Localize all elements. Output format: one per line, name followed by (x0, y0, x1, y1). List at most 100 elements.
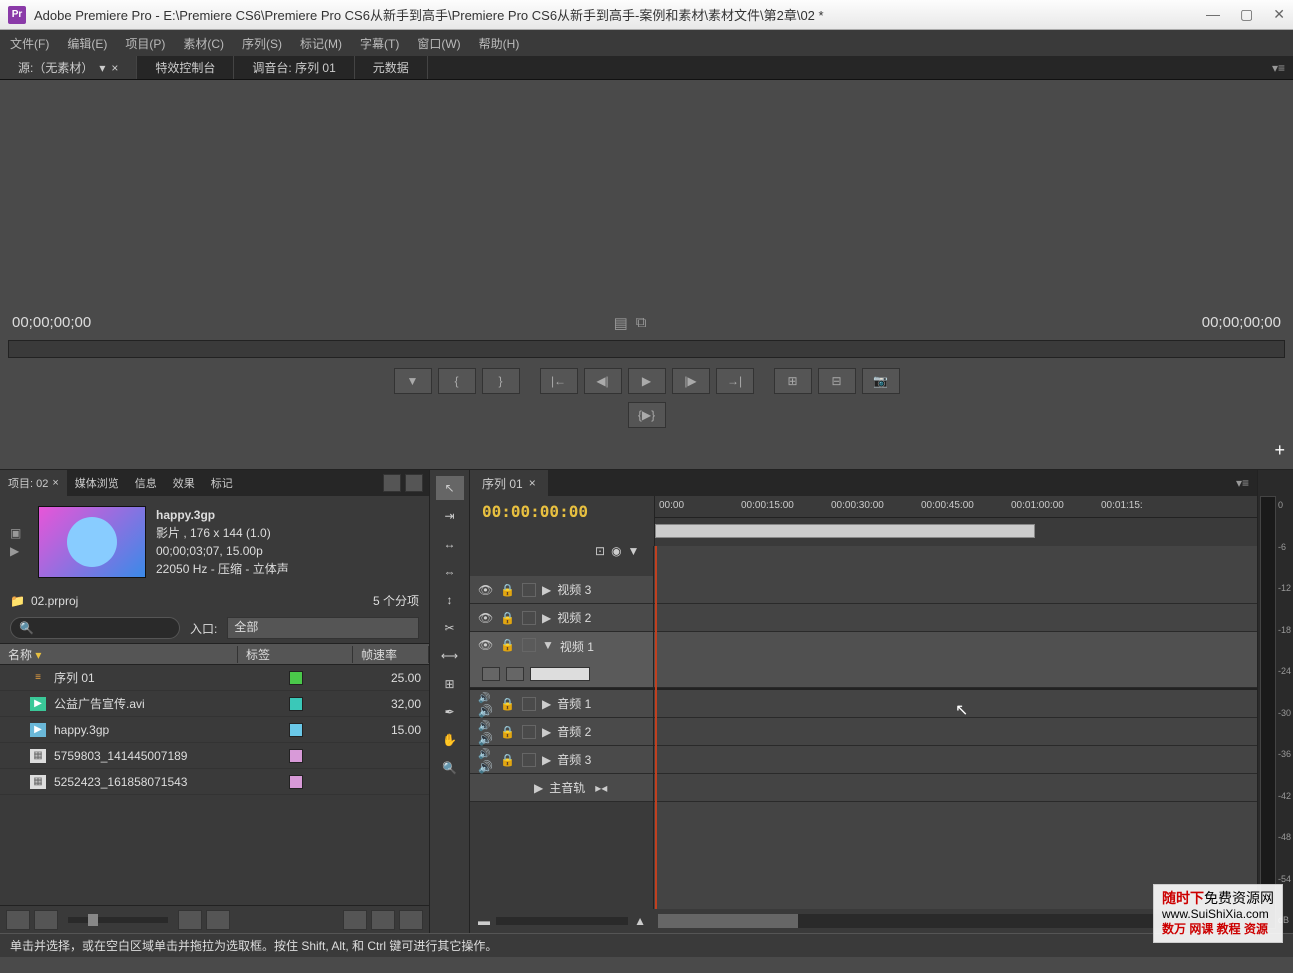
play-button[interactable]: ▶ (628, 368, 666, 394)
menu-window[interactable]: 窗口(W) (417, 35, 460, 52)
tab-effects[interactable]: 效果 (165, 470, 203, 496)
list-item[interactable]: ▦5252423_161858071543 (0, 769, 429, 795)
add-panel-button[interactable]: + (1274, 440, 1285, 461)
out-point-button[interactable]: } (482, 368, 520, 394)
play-clip-button[interactable]: ▶ (10, 544, 24, 558)
menu-project[interactable]: 项目(P) (125, 35, 165, 52)
timeline-menu-button[interactable]: ▾≡ (1228, 476, 1257, 490)
selection-tool[interactable]: ↖ (436, 476, 464, 500)
timeline-tab[interactable]: 序列 01× (470, 470, 548, 496)
track-header-v2[interactable]: 👁🔒▶视频 2 (470, 604, 653, 632)
tab-metadata[interactable]: 元数据 (355, 56, 428, 79)
entry-select[interactable]: 全部 (227, 617, 419, 639)
tab-info[interactable]: 信息 (127, 470, 165, 496)
list-item[interactable]: ≡序列 01 25.00 (0, 665, 429, 691)
lock-icon[interactable]: 🔒 (500, 611, 516, 625)
tab-source[interactable]: 源:（无素材） ▾ × (0, 56, 137, 79)
panel-menu-button[interactable]: ▾≡ (1264, 61, 1293, 75)
track-opt2[interactable] (506, 667, 524, 681)
speaker-icon[interactable]: 🔊 (478, 718, 494, 746)
go-in-button[interactable]: |← (540, 368, 578, 394)
track-select-tool[interactable]: ⇥ (436, 504, 464, 528)
track-header-a1[interactable]: 🔊🔒▶音频 1 (470, 690, 653, 718)
maximize-button[interactable]: ▢ (1240, 6, 1253, 23)
collapse-icon[interactable]: ▼ (542, 638, 554, 652)
track-header-a3[interactable]: 🔊🔒▶音频 3 (470, 746, 653, 774)
track-header-master[interactable]: ▶主音轨▸◂ (470, 774, 653, 802)
track-target[interactable] (522, 638, 536, 652)
speaker-icon[interactable]: 🔊 (478, 746, 494, 774)
eye-icon[interactable]: 👁 (478, 611, 494, 625)
new-item-button[interactable] (371, 910, 395, 930)
razor-tool[interactable]: ✂ (436, 616, 464, 640)
color-label[interactable] (289, 723, 303, 737)
slide-tool[interactable]: ⊞ (436, 672, 464, 696)
color-label[interactable] (289, 671, 303, 685)
menu-sequence[interactable]: 序列(S) (242, 35, 282, 52)
menu-file[interactable]: 文件(F) (10, 35, 49, 52)
timeline-ruler[interactable]: 00:00 00:00:15:00 00:00:30:00 00:00:45:0… (654, 496, 1257, 546)
playhead[interactable] (655, 546, 657, 909)
tab-media-browser[interactable]: 媒体浏览 (67, 470, 127, 496)
fit-icon[interactable]: ▤ (614, 314, 628, 332)
expand-icon[interactable]: ▶ (542, 753, 551, 767)
zoom-tool[interactable]: 🔍 (436, 756, 464, 780)
dropdown-icon[interactable]: ▾ (99, 61, 105, 75)
close-icon[interactable]: × (529, 476, 536, 490)
close-button[interactable]: ✕ (1273, 6, 1285, 23)
header-name[interactable]: 名称 ▾ (0, 646, 238, 663)
track-header-v1[interactable]: 👁🔒▼视频 1 (470, 632, 653, 688)
go-out-button[interactable]: →| (716, 368, 754, 394)
lock-icon[interactable]: 🔒 (500, 753, 516, 767)
clip-thumbnail[interactable] (38, 506, 146, 578)
track-target[interactable] (522, 583, 536, 597)
rolling-edit-tool[interactable]: ⇔ (436, 560, 464, 584)
track-target[interactable] (522, 725, 536, 739)
ripple-edit-tool[interactable]: ↔ (436, 532, 464, 556)
work-area-bar[interactable] (655, 524, 1035, 538)
track-opt3[interactable] (530, 667, 590, 681)
pen-tool[interactable]: ✒ (436, 700, 464, 724)
loop-button[interactable]: {▶} (628, 402, 666, 428)
overwrite-button[interactable]: ⊟ (818, 368, 856, 394)
insert-button[interactable]: ⊞ (774, 368, 812, 394)
hand-tool[interactable]: ✋ (436, 728, 464, 752)
menu-title[interactable]: 字幕(T) (360, 35, 399, 52)
close-tab-icon[interactable]: × (111, 61, 118, 75)
track-header-a2[interactable]: 🔊🔒▶音频 2 (470, 718, 653, 746)
track-target[interactable] (522, 611, 536, 625)
expand-icon[interactable]: ▶ (542, 697, 551, 711)
track-header-v3[interactable]: 👁🔒▶视频 3 (470, 576, 653, 604)
color-label[interactable] (289, 697, 303, 711)
lock-icon[interactable]: 🔒 (500, 697, 516, 711)
header-label[interactable]: 标签 (238, 646, 353, 663)
search-input[interactable]: 🔍 (10, 617, 180, 639)
zoom-in-button[interactable]: ▲ (634, 914, 646, 928)
tab-effects-control[interactable]: 特效控制台 (137, 56, 234, 79)
source-viewer[interactable] (0, 80, 1293, 310)
panel-opt1-button[interactable] (383, 474, 401, 492)
list-item[interactable]: ▶公益广告宣传.avi 32,00 (0, 691, 429, 717)
tab-markers[interactable]: 标记 (203, 470, 241, 496)
color-label[interactable] (289, 775, 303, 789)
expand-icon[interactable]: ▶ (542, 583, 551, 597)
eye-icon[interactable]: 👁 (478, 583, 494, 597)
timeline-timecode[interactable]: 00:00:00:00 (482, 502, 642, 521)
tab-project[interactable]: 项目: 02× (0, 470, 67, 496)
source-ruler[interactable] (8, 340, 1285, 358)
expand-icon[interactable]: ▶ (534, 781, 543, 795)
speaker-icon[interactable]: 🔊 (478, 690, 494, 718)
step-fwd-button[interactable]: |▶ (672, 368, 710, 394)
find-button[interactable] (206, 910, 230, 930)
settings-icon[interactable]: ⧉ (636, 314, 647, 332)
header-fps[interactable]: 帧速率 (353, 646, 429, 663)
step-back-button[interactable]: ◀| (584, 368, 622, 394)
list-item[interactable]: ▦5759803_141445007189 (0, 743, 429, 769)
menu-clip[interactable]: 素材(C) (183, 35, 224, 52)
menu-marker[interactable]: 标记(M) (300, 35, 342, 52)
zoom-slider[interactable] (68, 917, 168, 923)
tab-audio-mixer[interactable]: 调音台: 序列 01 (234, 56, 354, 79)
color-label[interactable] (289, 749, 303, 763)
lock-icon[interactable]: 🔒 (500, 583, 516, 597)
zoom-out-button[interactable]: ▬ (478, 914, 490, 928)
